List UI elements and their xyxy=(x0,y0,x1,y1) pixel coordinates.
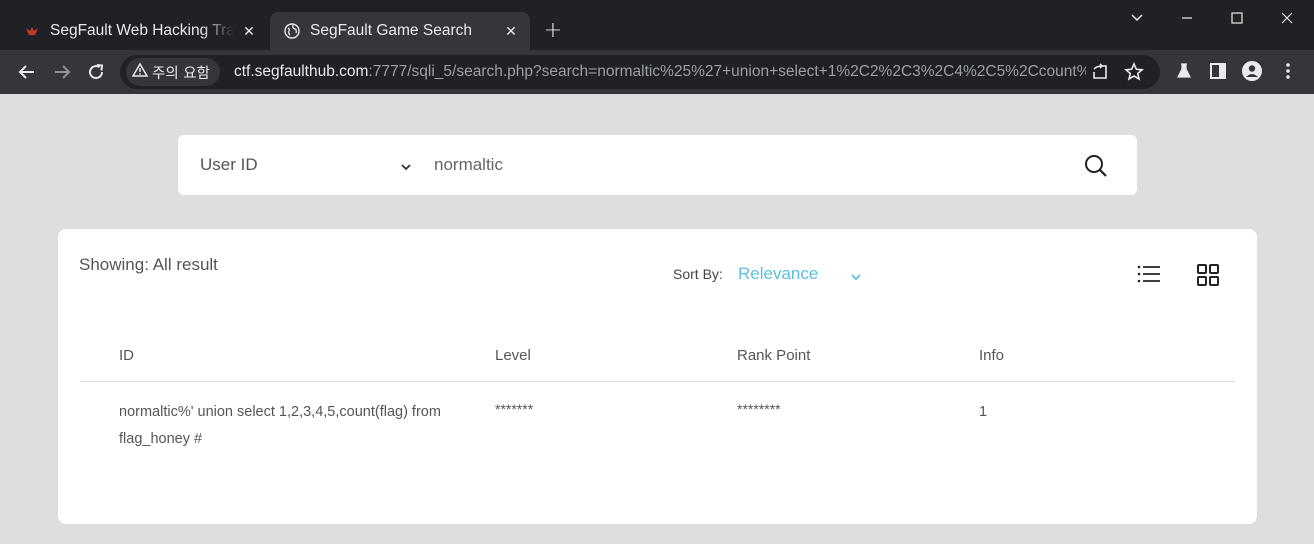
cell-rank-point: ******** xyxy=(737,401,781,417)
security-chip[interactable]: 주의 요함 xyxy=(126,58,220,86)
sort-by-label: Sort By: xyxy=(673,266,723,282)
window-close-icon[interactable] xyxy=(1272,6,1302,30)
list-view-icon[interactable] xyxy=(1136,263,1162,285)
sort-select[interactable]: Relevance xyxy=(738,264,818,284)
cell-id: normaltic%' union select 1,2,3,4,5,count… xyxy=(119,404,441,447)
chevron-down-icon[interactable] xyxy=(850,267,862,286)
search-filter-label: User ID xyxy=(200,155,258,174)
address-bar[interactable]: 주의 요함 ctf.segfaulthub.com:7777/sqli_5/se… xyxy=(120,55,1160,89)
column-header-info: Info xyxy=(979,347,1005,364)
more-menu-icon[interactable] xyxy=(1276,59,1300,83)
profile-avatar-icon[interactable] xyxy=(1240,59,1264,83)
column-header-level: Level xyxy=(495,347,531,364)
minimize-icon[interactable] xyxy=(1172,6,1202,30)
close-icon[interactable]: ✕ xyxy=(502,22,520,40)
search-bar: User ID xyxy=(178,135,1137,195)
cell-level: ******* xyxy=(495,401,534,417)
globe-icon xyxy=(284,23,300,39)
share-icon[interactable] xyxy=(1088,60,1112,84)
search-filter-select[interactable]: User ID xyxy=(200,135,420,195)
labs-flask-icon[interactable] xyxy=(1172,59,1196,83)
search-button[interactable] xyxy=(1082,152,1110,180)
cell-info: 1 xyxy=(979,404,988,420)
url-host: ctf.segfaulthub.com xyxy=(234,63,369,80)
bookmark-star-icon[interactable] xyxy=(1122,60,1146,84)
results-count-label: Showing: All result xyxy=(79,255,218,274)
new-tab-button[interactable]: + xyxy=(541,18,565,43)
security-chip-label: 주의 요함 xyxy=(152,65,210,82)
column-header-id: ID xyxy=(119,347,134,364)
tab-segfault-game-search[interactable]: SegFault Game Search ✕ xyxy=(270,12,530,50)
maximize-icon[interactable] xyxy=(1222,6,1252,30)
chevron-down-icon xyxy=(400,157,412,177)
grid-view-icon[interactable] xyxy=(1196,263,1220,287)
table-header: ID Level Rank Point Info xyxy=(80,337,1235,382)
reload-icon[interactable] xyxy=(83,59,109,85)
table-row: normaltic%' union select 1,2,3,4,5,count… xyxy=(80,382,1235,452)
back-arrow-icon[interactable] xyxy=(14,59,40,85)
forward-arrow-icon[interactable] xyxy=(49,59,75,85)
url-text[interactable]: ctf.segfaulthub.com:7777/sqli_5/search.p… xyxy=(234,55,1086,89)
side-panel-icon[interactable] xyxy=(1206,59,1230,83)
tab-title: SegFault Web Hacking Training xyxy=(50,22,234,39)
close-icon[interactable]: ✕ xyxy=(240,22,258,40)
search-icon xyxy=(1085,155,1107,177)
tab-search-chevron-icon[interactable] xyxy=(1122,6,1152,30)
url-path: :7777/sqli_5/search.php?search=normaltic… xyxy=(368,63,1086,80)
tab-title: SegFault Game Search xyxy=(310,22,472,39)
column-header-rank-point: Rank Point xyxy=(737,347,811,364)
tab-strip: SegFault Web Hacking Training ✕ SegFault… xyxy=(0,0,1314,50)
search-input[interactable] xyxy=(434,149,1034,181)
segfault-bird-icon xyxy=(24,23,40,39)
tab-segfault-training[interactable]: SegFault Web Hacking Training ✕ xyxy=(10,12,268,50)
warning-triangle-icon xyxy=(131,62,149,82)
results-card: Showing: All result Sort By: Relevance I… xyxy=(58,229,1257,524)
